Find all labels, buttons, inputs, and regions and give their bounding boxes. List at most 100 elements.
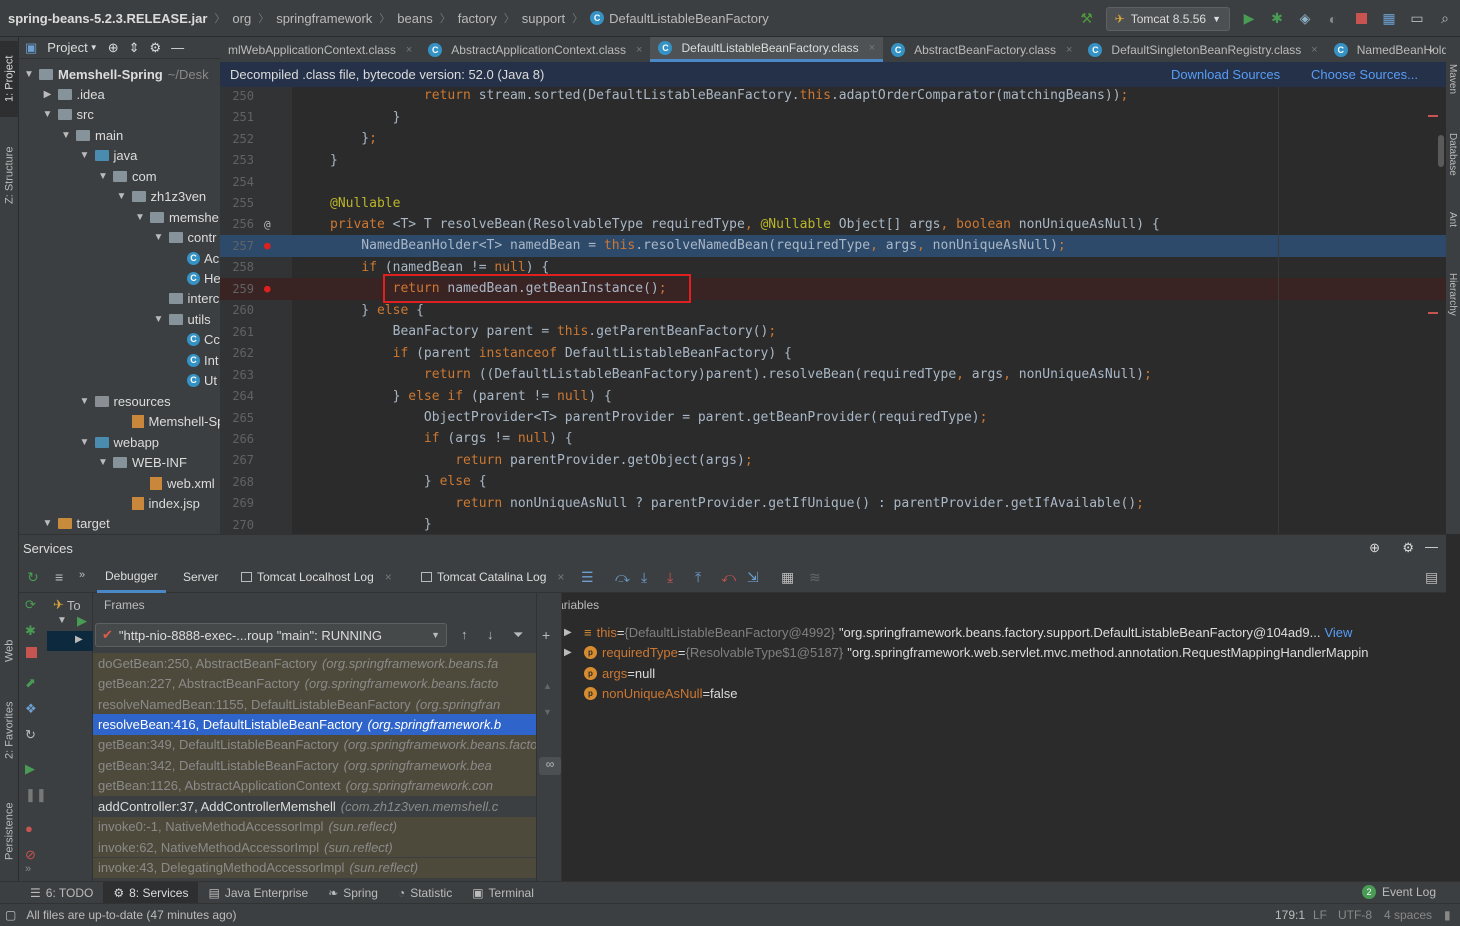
scroll-up-icon[interactable]: ▲ (543, 681, 552, 691)
gear-icon[interactable]: ⚙ (1402, 540, 1414, 556)
close-icon[interactable]: × (385, 570, 392, 584)
close-icon[interactable]: × (1311, 44, 1317, 56)
debug-icon[interactable]: ✱ (1268, 10, 1286, 28)
chevron-down-icon[interactable]: ▼ (97, 457, 109, 468)
drop-frame-icon[interactable]: ⤺ (721, 569, 736, 586)
toggle-tool-windows-icon[interactable]: ▢ (5, 908, 16, 922)
editor-tab[interactable]: C AbstractApplicationContext.class × (420, 37, 650, 62)
tree-node[interactable]: C Ut (171, 371, 217, 391)
stop-icon[interactable] (1352, 10, 1370, 28)
stack-frame[interactable]: resolveBean:416, DefaultListableBeanFact… (93, 714, 536, 735)
close-icon[interactable]: × (869, 42, 875, 54)
resume-icon[interactable]: ⟳ (25, 597, 36, 613)
breakpoint-icon[interactable]: ● (264, 239, 271, 252)
filter-icon[interactable]: ⏷ (513, 627, 523, 643)
caret-position[interactable]: 179:1 (1275, 908, 1305, 922)
editor-scrollbar[interactable] (1438, 135, 1444, 167)
tree-node[interactable]: ▼ webapp (79, 432, 160, 452)
breadcrumb-item[interactable]: beans (397, 11, 432, 26)
tree-node[interactable]: C Ac (171, 248, 219, 268)
tab-tomcat-localhost-log[interactable]: Tomcat Localhost Log × (241, 561, 392, 593)
editor-tab[interactable]: C DefaultListableBeanFactory.class × (650, 37, 884, 62)
breadcrumb-item[interactable]: DefaultListableBeanFactory (609, 11, 769, 26)
thread-selector[interactable]: ✔ "http-nio-8888-exec-...roup "main": RU… (95, 623, 447, 647)
tree-node[interactable]: ▼ Memshell-Spring ~/Desk (23, 64, 209, 84)
download-sources-link[interactable]: Download Sources (1171, 67, 1280, 82)
stack-frame[interactable]: doGetBean:250, AbstractBeanFactory (org.s… (93, 653, 536, 674)
deploy-icon[interactable]: ⬈ (25, 675, 36, 691)
coverage-icon[interactable]: ◈ (1296, 10, 1314, 28)
breakpoint-icon[interactable]: ● (264, 282, 271, 295)
chevron-down-icon[interactable]: ▼ (153, 314, 165, 325)
chevron-right-icon[interactable]: ▶ (564, 627, 578, 638)
indent-setting[interactable]: 4 spaces (1384, 908, 1432, 922)
chevron-down-icon[interactable]: ▼ (42, 518, 54, 529)
bottom-tab[interactable]: ▤ Java Enterprise (198, 882, 318, 904)
tree-node[interactable]: ▼ resources (79, 391, 171, 411)
mute-breakpoints-icon[interactable]: ⊘ (25, 847, 36, 863)
tree-node[interactable]: ▼ contr (153, 228, 217, 248)
stack-frame[interactable]: getBean:227, AbstractBeanFactory (org.spr… (93, 673, 536, 694)
persistence-tool-tab[interactable]: Persistence (0, 787, 19, 875)
close-icon[interactable]: × (406, 44, 412, 56)
hide-icon[interactable]: — (171, 40, 184, 55)
stack-frame[interactable]: resolveNamedBean:1155, DefaultListableBe… (93, 693, 536, 715)
chevron-down-icon[interactable]: ▼ (42, 109, 54, 120)
file-encoding[interactable]: UTF-8 (1338, 908, 1372, 922)
editor-tab[interactable]: mlWebApplicationContext.class × (220, 37, 420, 62)
stack-frame[interactable]: invoke:62, NativeMethodAccessorImpl (sun.… (93, 837, 536, 858)
tree-node[interactable]: ▼ zh1z3ven (116, 187, 207, 207)
tree-node[interactable]: ▶ .idea (42, 84, 105, 104)
editor-tab[interactable]: C AbstractBeanFactory.class × (883, 37, 1080, 62)
arrow-down-icon[interactable]: ↓ (487, 627, 494, 642)
more-icon[interactable]: » (25, 863, 31, 875)
more-icon[interactable]: » (79, 569, 85, 581)
line-separator[interactable]: LF (1313, 908, 1327, 922)
breadcrumb-item[interactable]: support (522, 11, 565, 26)
tree-node[interactable]: ▼ memshe (134, 207, 219, 227)
tree-node[interactable]: ▼ java (79, 146, 138, 166)
code-editor[interactable]: 250 return stream.sorted(DefaultListable… (220, 87, 1446, 534)
add-watch-icon[interactable]: + (542, 627, 550, 643)
collapse-all-icon[interactable]: ⇕ (129, 40, 140, 56)
bottom-tab[interactable]: ❧ Spring (318, 882, 388, 904)
event-log-button[interactable]: 2 Event Log (1361, 885, 1436, 899)
favorites-tool-tab[interactable]: 2: Favorites (0, 685, 19, 775)
tab-list-chevron-icon[interactable]: ⌄ (1426, 41, 1436, 55)
glasses-icon[interactable]: ∞ (539, 757, 561, 775)
database-tool-tab[interactable]: Database (1445, 117, 1460, 191)
arrow-up-icon[interactable]: ↑ (461, 627, 468, 642)
run-to-cursor-icon[interactable]: ⇲ (747, 569, 759, 586)
choose-sources-link[interactable]: Choose Sources... (1311, 67, 1418, 82)
tree-node[interactable]: index.jsp (116, 493, 200, 513)
scroll-down-icon[interactable]: ▼ (543, 707, 552, 717)
hierarchy-tool-tab[interactable]: Hierarchy (1445, 259, 1460, 329)
run-configuration-select[interactable]: ✈ Tomcat 8.5.56 ▼ (1105, 6, 1230, 31)
layout-icon[interactable]: ▤ (1425, 569, 1438, 586)
window-icon[interactable]: ▭ (1408, 10, 1426, 28)
tree-node[interactable]: ▼ main (60, 125, 123, 145)
search-icon[interactable]: ⌕ (1436, 10, 1454, 28)
selected-tree-row[interactable]: ▶ (47, 631, 93, 651)
chevron-down-icon[interactable]: ▼ (57, 615, 67, 626)
chevron-down-icon[interactable]: ▼ (116, 191, 128, 202)
breadcrumb-item[interactable]: springframework (276, 11, 372, 26)
web-tool-tab[interactable]: Web (0, 625, 19, 677)
bottom-tab[interactable]: ◔ Statistic (388, 882, 462, 904)
tab-debugger[interactable]: Debugger (97, 561, 166, 593)
maven-tool-tab[interactable]: Maven (1445, 51, 1460, 107)
tree-node[interactable]: ▼ WEB-INF (97, 453, 187, 473)
variable-row[interactable]: ▶ ≡ this = {DefaultListableBeanFactory@499… (564, 622, 1352, 643)
chevron-down-icon[interactable]: ▼ (153, 232, 165, 243)
close-icon[interactable]: × (557, 570, 564, 584)
stop-icon[interactable] (26, 647, 37, 658)
rerun-icon[interactable]: ↻ (27, 569, 39, 586)
variable-row[interactable]: p nonUniqueAsNull = false (564, 684, 738, 705)
stack-frame[interactable]: getBean:349, DefaultListableBeanFactory(… (93, 734, 536, 756)
breadcrumb-item[interactable]: factory (458, 11, 497, 26)
structure-tool-tab[interactable]: Z: Structure (0, 129, 19, 221)
tree-node[interactable]: C He (171, 269, 220, 289)
refresh-icon[interactable]: ↻ (25, 727, 36, 743)
stack-frame[interactable]: invoke0:-1, NativeMethodAccessorImpl (sun… (93, 816, 536, 837)
tree-node[interactable]: Memshell-Spr (116, 412, 220, 432)
